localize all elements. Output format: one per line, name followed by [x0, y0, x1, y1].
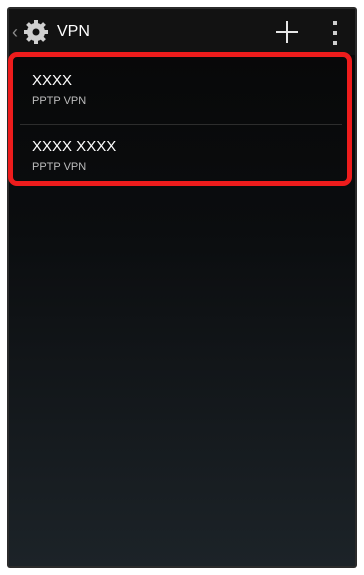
- plus-icon[interactable]: [275, 20, 299, 44]
- vpn-profile-type: PPTP VPN: [32, 95, 87, 107]
- overflow-dot: [333, 31, 337, 35]
- vpn-profile-name: XXXX: [32, 72, 73, 89]
- vpn-settings-screen: ‹ VPN XXXX PPTP VPN XXXX XXXX PPTP VPN: [9, 9, 355, 566]
- device-frame: ‹ VPN XXXX PPTP VPN XXXX XXXX PPTP VPN: [7, 7, 357, 568]
- vpn-profile-item[interactable]: XXXX PPTP VPN: [12, 59, 350, 123]
- overflow-dot: [333, 21, 337, 25]
- action-bar: ‹ VPN: [9, 9, 355, 55]
- vpn-profile-type: PPTP VPN: [32, 161, 87, 173]
- vpn-profile-list: XXXX PPTP VPN XXXX XXXX PPTP VPN: [12, 59, 350, 191]
- vpn-profile-item[interactable]: XXXX XXXX PPTP VPN: [12, 125, 350, 189]
- overflow-menu-icon[interactable]: [331, 21, 339, 45]
- gear-icon[interactable]: [21, 17, 51, 47]
- chevron-left-icon[interactable]: ‹: [12, 21, 18, 43]
- overflow-dot: [333, 41, 337, 45]
- vpn-profile-name: XXXX XXXX: [32, 138, 117, 155]
- page-title: VPN: [57, 23, 90, 40]
